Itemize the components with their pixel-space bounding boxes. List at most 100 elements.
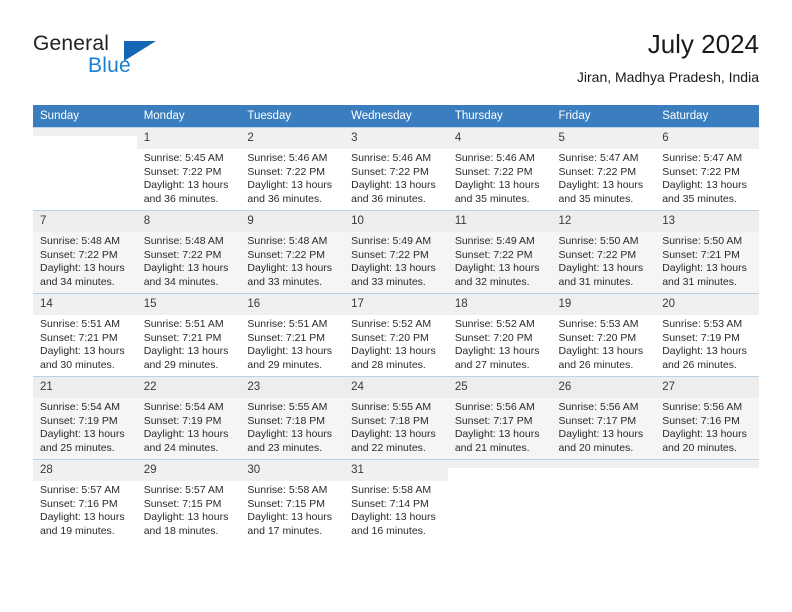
sunset-text: Sunset: 7:22 PM <box>247 248 326 261</box>
sunset-text: Sunset: 7:21 PM <box>247 331 326 344</box>
day-cell[interactable] <box>551 459 656 542</box>
day-cell[interactable]: 15 Sunrise: 5:51 AM Sunset: 7:21 PM Dayl… <box>136 293 241 377</box>
sunset-text: Sunset: 7:19 PM <box>662 331 740 344</box>
sunset-text: Sunset: 7:18 PM <box>247 414 326 427</box>
sunset-text: Sunset: 7:22 PM <box>40 248 118 261</box>
day-cell[interactable]: 12 Sunrise: 5:50 AM Sunset: 7:22 PM Dayl… <box>551 210 656 294</box>
day-number <box>447 460 552 468</box>
day-number: 29 <box>136 460 241 481</box>
daylight-text-line2: and 32 minutes. <box>454 275 530 288</box>
day-info: Sunrise: 5:46 AM Sunset: 7:22 PM Dayligh… <box>448 149 552 206</box>
sunrise-text: Sunrise: 5:51 AM <box>247 318 328 330</box>
day-cell[interactable]: 9 Sunrise: 5:48 AM Sunset: 7:22 PM Dayli… <box>240 210 345 294</box>
day-cell[interactable]: 23 Sunrise: 5:55 AM Sunset: 7:18 PM Dayl… <box>240 376 345 460</box>
day-cell[interactable] <box>33 127 137 211</box>
day-cell[interactable]: 26 Sunrise: 5:56 AM Sunset: 7:17 PM Dayl… <box>551 376 656 460</box>
brand-logo[interactable]: General Blue <box>33 32 233 88</box>
sunrise-text: Sunrise: 5:57 AM <box>143 484 224 496</box>
day-cell[interactable]: 22 Sunrise: 5:54 AM Sunset: 7:19 PM Dayl… <box>136 376 241 460</box>
sunset-text: Sunset: 7:17 PM <box>558 414 637 427</box>
day-number <box>655 460 759 468</box>
daylight-text-line1: Daylight: 13 hours <box>558 345 644 358</box>
day-cell[interactable]: 5 Sunrise: 5:47 AM Sunset: 7:22 PM Dayli… <box>551 127 656 211</box>
day-info: Sunrise: 5:45 AM Sunset: 7:22 PM Dayligh… <box>137 149 241 206</box>
daylight-text-line1: Daylight: 13 hours <box>40 262 125 275</box>
day-cell[interactable]: 13 Sunrise: 5:50 AM Sunset: 7:21 PM Dayl… <box>655 210 759 294</box>
day-cell[interactable] <box>447 459 552 542</box>
day-cell[interactable]: 18 Sunrise: 5:52 AM Sunset: 7:20 PM Dayl… <box>447 293 552 377</box>
sunset-text: Sunset: 7:19 PM <box>40 414 118 427</box>
daylight-text-line1: Daylight: 13 hours <box>454 345 540 358</box>
day-cell[interactable]: 21 Sunrise: 5:54 AM Sunset: 7:19 PM Dayl… <box>33 376 137 460</box>
day-cell[interactable]: 1 Sunrise: 5:45 AM Sunset: 7:22 PM Dayli… <box>136 127 241 211</box>
sunset-text: Sunset: 7:16 PM <box>40 497 118 510</box>
daylight-text-line1: Daylight: 13 hours <box>662 179 747 192</box>
day-cell[interactable]: 24 Sunrise: 5:55 AM Sunset: 7:18 PM Dayl… <box>344 376 448 460</box>
day-info: Sunrise: 5:48 AM Sunset: 7:22 PM Dayligh… <box>137 232 241 289</box>
day-info: Sunrise: 5:54 AM Sunset: 7:19 PM Dayligh… <box>33 398 137 455</box>
day-cell[interactable]: 11 Sunrise: 5:49 AM Sunset: 7:22 PM Dayl… <box>447 210 552 294</box>
daylight-text-line2: and 34 minutes. <box>40 275 115 288</box>
daylight-text-line2: and 33 minutes. <box>351 275 426 288</box>
calendar-week-row: 14 Sunrise: 5:51 AM Sunset: 7:21 PM Dayl… <box>33 293 759 377</box>
day-cell[interactable]: 29 Sunrise: 5:57 AM Sunset: 7:15 PM Dayl… <box>136 459 241 542</box>
daylight-text-line2: and 29 minutes. <box>247 358 323 371</box>
weekday-header-monday: Monday <box>136 105 241 128</box>
sunset-text: Sunset: 7:22 PM <box>662 165 740 178</box>
day-number: 22 <box>136 377 241 398</box>
sunrise-text: Sunrise: 5:47 AM <box>558 152 639 164</box>
sunset-text: Sunset: 7:18 PM <box>351 414 429 427</box>
day-cell[interactable]: 31 Sunrise: 5:58 AM Sunset: 7:14 PM Dayl… <box>344 459 448 542</box>
day-cell[interactable]: 7 Sunrise: 5:48 AM Sunset: 7:22 PM Dayli… <box>33 210 137 294</box>
day-info: Sunrise: 5:55 AM Sunset: 7:18 PM Dayligh… <box>240 398 344 455</box>
day-cell[interactable]: 4 Sunrise: 5:46 AM Sunset: 7:22 PM Dayli… <box>447 127 552 211</box>
day-number: 7 <box>33 211 137 232</box>
day-cell[interactable]: 2 Sunrise: 5:46 AM Sunset: 7:22 PM Dayli… <box>240 127 345 211</box>
sunset-text: Sunset: 7:19 PM <box>143 414 222 427</box>
day-info: Sunrise: 5:57 AM Sunset: 7:16 PM Dayligh… <box>33 481 137 538</box>
sunrise-text: Sunrise: 5:56 AM <box>662 401 743 413</box>
day-cell[interactable]: 10 Sunrise: 5:49 AM Sunset: 7:22 PM Dayl… <box>344 210 448 294</box>
daylight-text-line2: and 31 minutes. <box>662 275 737 288</box>
day-number: 1 <box>136 128 241 149</box>
sunrise-text: Sunrise: 5:46 AM <box>351 152 432 164</box>
day-cell[interactable]: 8 Sunrise: 5:48 AM Sunset: 7:22 PM Dayli… <box>136 210 241 294</box>
daylight-text-line2: and 35 minutes. <box>662 192 737 205</box>
daylight-text-line1: Daylight: 13 hours <box>247 511 333 524</box>
sunset-text: Sunset: 7:20 PM <box>558 331 637 344</box>
day-cell[interactable]: 6 Sunrise: 5:47 AM Sunset: 7:22 PM Dayli… <box>655 127 759 211</box>
day-cell[interactable]: 28 Sunrise: 5:57 AM Sunset: 7:16 PM Dayl… <box>33 459 137 542</box>
day-cell[interactable]: 20 Sunrise: 5:53 AM Sunset: 7:19 PM Dayl… <box>655 293 759 377</box>
weekday-header-thursday: Thursday <box>447 105 552 128</box>
calendar-week-row: 1 Sunrise: 5:45 AM Sunset: 7:22 PM Dayli… <box>33 127 759 211</box>
day-cell[interactable] <box>655 459 759 542</box>
sunrise-text: Sunrise: 5:50 AM <box>558 235 639 247</box>
daylight-text-line1: Daylight: 13 hours <box>40 428 125 441</box>
title-block: July 2024 Jiran, Madhya Pradesh, India <box>577 28 759 86</box>
day-number: 28 <box>33 460 137 481</box>
day-cell[interactable]: 16 Sunrise: 5:51 AM Sunset: 7:21 PM Dayl… <box>240 293 345 377</box>
sunrise-text: Sunrise: 5:56 AM <box>454 401 535 413</box>
daylight-text-line1: Daylight: 13 hours <box>662 345 747 358</box>
day-info: Sunrise: 5:49 AM Sunset: 7:22 PM Dayligh… <box>344 232 448 289</box>
day-number: 16 <box>240 294 345 315</box>
day-cell[interactable]: 19 Sunrise: 5:53 AM Sunset: 7:20 PM Dayl… <box>551 293 656 377</box>
day-number: 6 <box>655 128 759 149</box>
daylight-text-line1: Daylight: 13 hours <box>558 428 644 441</box>
sunrise-text: Sunrise: 5:52 AM <box>351 318 432 330</box>
sunrise-text: Sunrise: 5:51 AM <box>143 318 224 330</box>
sunrise-text: Sunrise: 5:47 AM <box>662 152 743 164</box>
day-cell[interactable]: 17 Sunrise: 5:52 AM Sunset: 7:20 PM Dayl… <box>344 293 448 377</box>
sunset-text: Sunset: 7:14 PM <box>351 497 429 510</box>
day-cell[interactable]: 14 Sunrise: 5:51 AM Sunset: 7:21 PM Dayl… <box>33 293 137 377</box>
day-cell[interactable]: 27 Sunrise: 5:56 AM Sunset: 7:16 PM Dayl… <box>655 376 759 460</box>
daylight-text-line1: Daylight: 13 hours <box>143 262 229 275</box>
daylight-text-line1: Daylight: 13 hours <box>351 262 436 275</box>
sunrise-text: Sunrise: 5:52 AM <box>454 318 535 330</box>
sunrise-text: Sunrise: 5:58 AM <box>247 484 328 496</box>
day-cell[interactable]: 25 Sunrise: 5:56 AM Sunset: 7:17 PM Dayl… <box>447 376 552 460</box>
sunset-text: Sunset: 7:15 PM <box>247 497 326 510</box>
day-cell[interactable]: 30 Sunrise: 5:58 AM Sunset: 7:15 PM Dayl… <box>240 459 345 542</box>
day-cell[interactable]: 3 Sunrise: 5:46 AM Sunset: 7:22 PM Dayli… <box>344 127 448 211</box>
calendar-body: 1 Sunrise: 5:45 AM Sunset: 7:22 PM Dayli… <box>33 127 759 542</box>
